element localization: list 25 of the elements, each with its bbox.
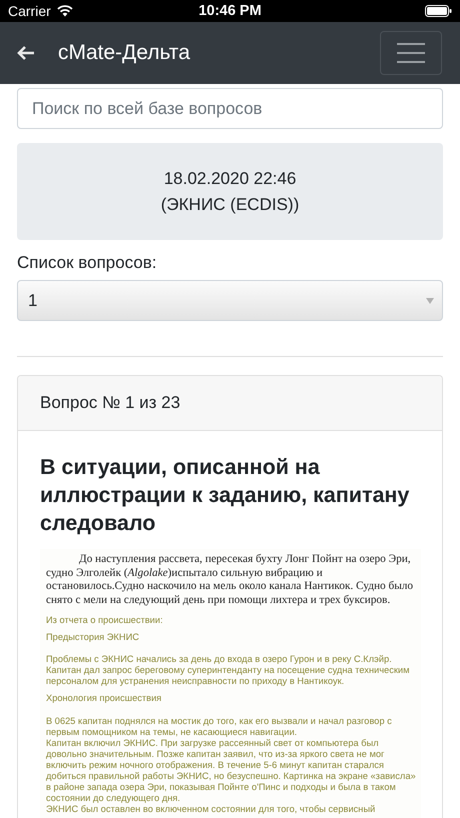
document-paragraph: Из отчета о происшествии: [46, 615, 164, 626]
document-paragraph: ЭКНИС был оставлен во включенном состоянии для того, чтобы сервисный [46, 804, 376, 816]
document-heading: Хронология происшествия [46, 693, 162, 705]
back-button[interactable] [16, 45, 36, 61]
battery-icon [425, 5, 452, 17]
question-list-label: Список вопросов: [17, 253, 158, 273]
document-heading: Предыстория ЭКНИС [46, 632, 140, 644]
back-arrow-icon [16, 45, 36, 61]
search-field[interactable]: Поиск по всей базе вопросов [17, 88, 443, 129]
dropdown-caret-icon [426, 298, 434, 304]
carrier-label: Carrier [8, 3, 51, 19]
session-subject: (ЭКНИС (ECDIS)) [160, 194, 300, 214]
document-paragraph: Проблемы с ЭКНИС начались за день до входа в озеро Гурон и в реку С.Клэйр. Капитан дал запрос береговому суперинтенданту на посещение судна техническим персоналом для устранения неисправности по приходу в Нантикоук. [46, 654, 411, 688]
menu-icon [397, 42, 425, 64]
question-select[interactable]: 1 [17, 280, 443, 321]
app-title: cMate-Дельта [58, 41, 191, 65]
session-date: 18.02.2020 22:46 [164, 168, 296, 188]
question-header: Вопрос № 1 из 23 [18, 376, 442, 431]
wifi-icon [56, 5, 73, 17]
document-paragraph: В 0625 капитан поднялся на мостик до того, как его вызвали и начал разговор с первым помощником на темы, не касающиеся навигации. [46, 716, 393, 738]
document-paragraph: Капитан включил ЭКНИС. При загрузке рассеянный свет от компьютера был довольно значительным. Позже капитан заявил, что из-за яркого света не мог включить режим ночного отображения. В течение 5-6 минут капитан старался добиться правильной работы ЭКНИС, но безуспешно. Картинка на экране «зависла» в районе запада озера Эри, показывая Пойнте о'Пинс и подходы и была в таком состоянии до следующего дня. [46, 738, 417, 804]
menu-button[interactable] [380, 31, 442, 75]
clock-time: 10:46 PM [198, 3, 262, 19]
question-text: В ситуации, описанной на иллюстрации к заданию, капитану следовало [40, 454, 410, 537]
document-paragraph: До наступления рассвета, пересекая бухту Лонг Пойнт на озеро Эри, судно Элголейк (Algolake)испытало сильную вибрацию и остановилось.Судно наскочило на мель около канала Нантикок. Судно было снято с мели на следующий день при помощи лихтера и трех буксиров. [46, 553, 414, 607]
